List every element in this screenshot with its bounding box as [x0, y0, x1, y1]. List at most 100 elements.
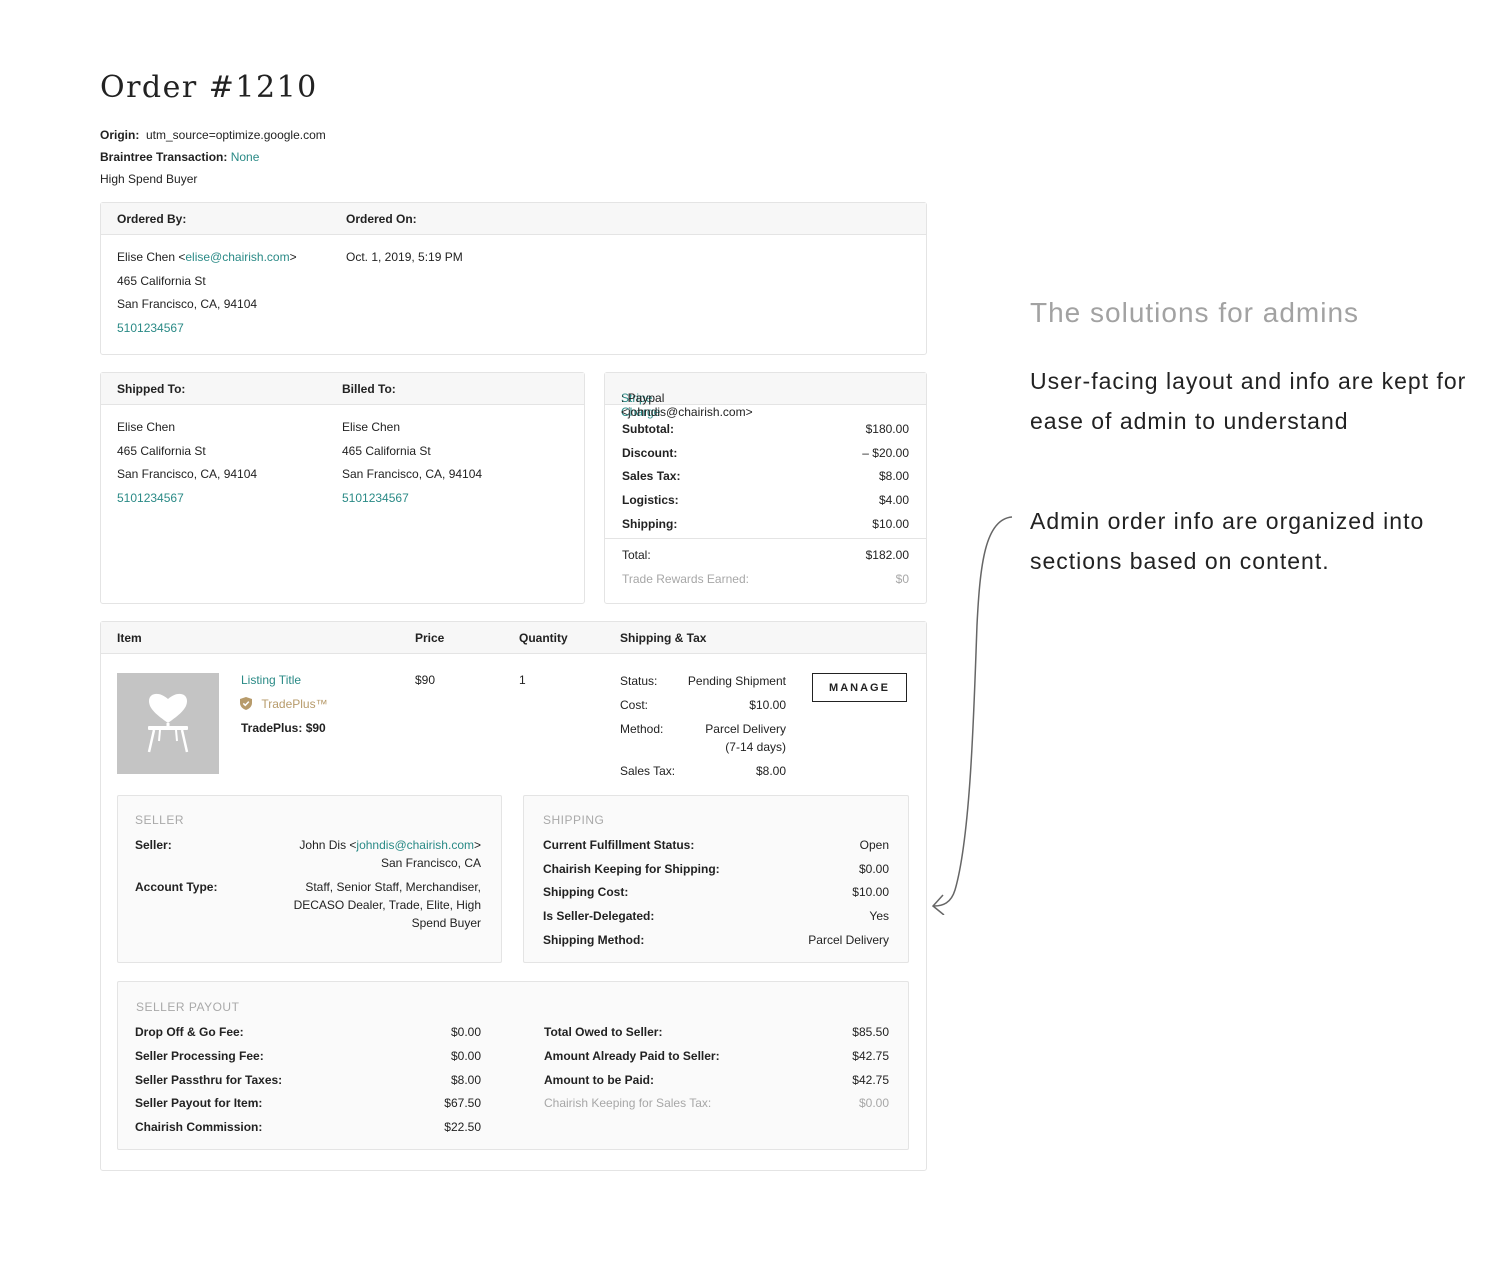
payout-muted-value: $0.00: [858, 1096, 889, 1110]
total-divider: [605, 538, 926, 539]
shipped-to-label: Shipped To:: [117, 382, 186, 396]
charge-row-label: Discount:: [622, 445, 678, 460]
total-value: $182.00: [865, 548, 909, 562]
payout-row-value: $67.50: [444, 1096, 481, 1111]
tradeplus-price: TradePlus: $90: [241, 721, 326, 735]
charge-row-label: Sales Tax:: [622, 469, 681, 484]
charge-method: : Paypal <johndis@chairish.com>: [621, 391, 753, 419]
ship-method-label: Method:: [620, 722, 664, 736]
ordered-on-date: Oct. 1, 2019, 5:19 PM: [346, 250, 463, 264]
charge-row-label: Logistics:: [622, 493, 679, 508]
payout-row-label: Drop Off & Go Fee:: [135, 1025, 244, 1039]
charge-row-value: $4.00: [878, 493, 909, 508]
charge-row-value: $180.00: [865, 422, 909, 436]
payout-row-label: Seller Payout for Item:: [135, 1096, 263, 1111]
annotation-heading: The solutions for admins: [1030, 297, 1360, 328]
rewards-label: Trade Rewards Earned:: [622, 572, 749, 586]
billed-address1: 465 California St: [342, 443, 431, 458]
shield-check-icon: [240, 697, 252, 713]
chair-heart-icon: [147, 693, 189, 753]
shipping-row-label: Is Seller-Delegated:: [543, 909, 655, 924]
charge-header: Stripe Charge: Paypal <johndis@chairish.…: [605, 373, 926, 419]
ordered-by-name: Elise Chen <: [117, 250, 186, 264]
payout-row-value: $0.00: [450, 1048, 481, 1063]
ordered-by-address1: 465 California St: [117, 273, 206, 288]
payout-row-label: Amount to be Paid:: [544, 1072, 654, 1087]
shipping-panel: SHIPPING Current Fulfillment Status: Open…: [523, 795, 909, 963]
ordered-card: Ordered By: Ordered On: Elise Chen <elis…: [100, 202, 927, 355]
account-type-line2: DECASO Dealer, Trade, Elite, High: [293, 898, 481, 912]
ordered-by-phone-link[interactable]: 5101234567: [117, 317, 297, 341]
origin-value: utm_source=optimize.google.com: [146, 128, 326, 142]
charge-row-label: Subtotal:: [622, 422, 674, 436]
shipping-section-title: SHIPPING: [543, 813, 605, 827]
shipping-row-value: Yes: [869, 909, 889, 924]
payout-row-label: Chairish Commission:: [135, 1120, 263, 1135]
payout-row-value: $42.75: [852, 1048, 889, 1063]
buyer-tag: High Spend Buyer: [100, 172, 198, 186]
manage-button[interactable]: MANAGE: [812, 673, 907, 702]
account-type-line3: Spend Buyer: [411, 916, 481, 930]
charge-row-value: $8.00: [878, 469, 909, 484]
account-type-line1: Staff, Senior Staff, Merchandiser,: [305, 880, 481, 894]
billed-address2: San Francisco, CA, 94104: [342, 467, 483, 482]
payout-row-label: Seller Passthru for Taxes:: [135, 1072, 283, 1087]
origin-label: Origin:: [100, 128, 140, 142]
billed-phone-link[interactable]: 5101234567: [342, 487, 482, 511]
shipped-phone-link[interactable]: 5101234567: [117, 487, 257, 511]
payout-row-value: $8.00: [450, 1072, 481, 1087]
col-quantity: Quantity: [519, 631, 568, 645]
shipped-to-details: Elise Chen 465 California St San Francis…: [117, 416, 257, 510]
annotation-arrow-icon: [931, 516, 1013, 915]
braintree-link[interactable]: None: [231, 150, 260, 164]
shipped-billed-card: Shipped To: Billed To: Elise Chen 465 Ca…: [100, 372, 585, 604]
payout-row-value: $0.00: [450, 1025, 481, 1039]
seller-location: San Francisco, CA: [380, 856, 481, 870]
annotation-para-2: Admin order info are organized into sect…: [1030, 508, 1425, 574]
seller-label: Seller:: [135, 838, 172, 852]
payout-muted-label: Chairish Keeping for Sales Tax:: [544, 1096, 712, 1110]
ship-status-label: Status:: [620, 674, 658, 688]
item-quantity: 1: [519, 673, 526, 687]
order-meta: Origin: utm_source=optimize.google.com B…: [100, 124, 326, 190]
shipping-row-label: Shipping Cost:: [543, 885, 629, 900]
listing-title-link[interactable]: Listing Title: [241, 673, 301, 687]
ship-tax-value: $8.00: [755, 764, 786, 778]
total-label: Total:: [622, 548, 651, 562]
charge-row-value: – $20.00: [862, 445, 909, 460]
tradeplus-label: TradePlus™: [261, 697, 328, 711]
page-title: Order #1210: [100, 70, 318, 105]
billed-name: Elise Chen: [342, 420, 401, 434]
payout-row-label: Amount Already Paid to Seller:: [544, 1048, 720, 1063]
payout-row-label: Seller Processing Fee:: [135, 1048, 264, 1063]
seller-panel: SELLER Seller: John Dis <johndis@chairis…: [117, 795, 502, 963]
shipped-billed-header: Shipped To: Billed To:: [101, 373, 584, 405]
ship-cost-label: Cost:: [620, 698, 649, 712]
ordered-card-header: Ordered By: Ordered On:: [101, 203, 926, 235]
ship-tax-label: Sales Tax:: [620, 764, 676, 778]
col-price: Price: [415, 631, 445, 645]
billed-to-label: Billed To:: [342, 382, 396, 396]
listing-thumbnail[interactable]: [117, 673, 219, 774]
charge-row-label: Shipping:: [622, 516, 678, 531]
ordered-on-label: Ordered On:: [346, 212, 417, 226]
seller-row: Seller: John Dis <johndis@chairish.com> …: [135, 836, 481, 872]
shipping-row-label: Shipping Method:: [543, 932, 645, 947]
items-header: Item Price Quantity Shipping & Tax: [101, 622, 926, 654]
seller-payout-panel: SELLER PAYOUT Drop Off & Go Fee: $0.00 Sel…: [117, 981, 909, 1150]
shipped-address2: San Francisco, CA, 94104: [117, 467, 258, 482]
annotation-para-1: User-facing layout and info are kept for…: [1030, 368, 1467, 434]
shipping-row-value: Open: [859, 838, 889, 852]
shipping-row-label: Chairish Keeping for Shipping:: [543, 861, 720, 876]
seller-email-link[interactable]: johndis@chairish.com: [356, 838, 474, 852]
ship-status-value: Pending Shipment: [687, 674, 786, 688]
payout-section-title: SELLER PAYOUT: [136, 1000, 240, 1014]
account-type-row: Account Type: Staff, Senior Staff, Merch…: [135, 878, 481, 932]
payout-row-value: $85.50: [852, 1025, 889, 1039]
ordered-by-email-link[interactable]: elise@chairish.com: [185, 250, 289, 264]
seller-section-title: SELLER: [135, 813, 185, 827]
payout-row-label: Total Owed to Seller:: [544, 1025, 663, 1039]
shipped-address1: 465 California St: [117, 443, 206, 458]
payout-row-value: $42.75: [852, 1072, 889, 1087]
shipping-row-value: $10.00: [852, 885, 889, 900]
